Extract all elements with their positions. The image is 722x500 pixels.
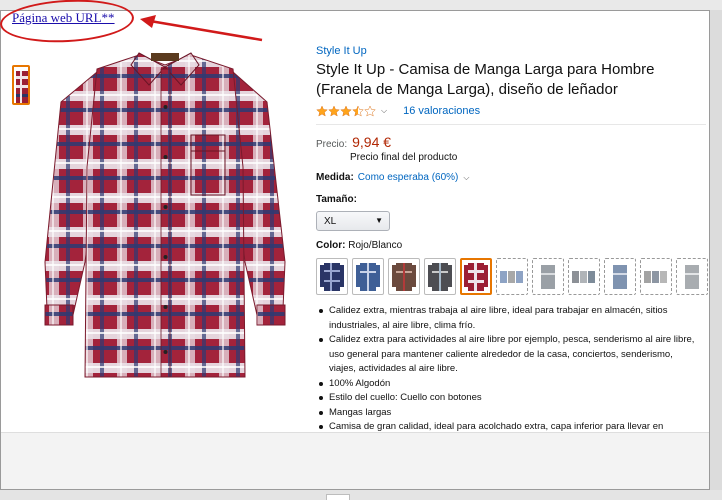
reviews-link[interactable]: 16 valoraciones <box>403 105 480 117</box>
size-measure-link[interactable]: Como esperaba (60%) <box>358 172 459 183</box>
swatch-red-white-plaid[interactable] <box>460 258 492 295</box>
product-details: Style It Up Style It Up - Camisa de Mang… <box>316 45 709 435</box>
color-swatches <box>316 258 709 295</box>
bottom-bar <box>0 490 722 500</box>
star-half-icon <box>352 105 364 117</box>
brand-link[interactable]: Style It Up <box>316 45 709 57</box>
star-rating[interactable] <box>316 105 376 117</box>
swatch-grey-plaid[interactable] <box>424 258 456 295</box>
product-image-shirt[interactable] <box>39 47 291 382</box>
list-item: 100% Algodón <box>316 377 698 392</box>
star-icon <box>316 105 328 117</box>
size-measure-label: Medida: <box>316 172 354 183</box>
price-value: 9,94 € <box>352 134 392 150</box>
scrollbar-gutter[interactable] <box>710 10 722 490</box>
swatch-multi-pack-blue[interactable] <box>496 258 528 295</box>
list-item: Camisa de gran calidad, ideal para acolc… <box>316 420 698 435</box>
price-label: Precio: <box>316 139 348 150</box>
list-item: Mangas largas <box>316 406 698 421</box>
star-icon <box>328 105 340 117</box>
list-item: Calidez extra, mientras trabaja al aire … <box>316 304 698 333</box>
swatch-multi-pack-grey[interactable] <box>568 258 600 295</box>
divider <box>316 124 706 125</box>
price-note: Precio final del producto <box>350 152 458 163</box>
size-measure-row: Medida: Como esperaba (60%) ⌵ <box>316 172 709 183</box>
product-page: Style It Up Style It Up - Camisa de Mang… <box>0 10 710 490</box>
feature-bullets: Calidez extra, mientras trabaja al aire … <box>316 304 698 435</box>
rating-row: ⌵ 16 valoraciones <box>316 103 709 119</box>
swatch-light-single[interactable] <box>676 258 708 295</box>
bottom-tab[interactable] <box>326 494 350 500</box>
swatch-blue-plaid[interactable] <box>352 258 384 295</box>
star-empty-icon <box>364 105 376 117</box>
size-label: Tamaño: <box>316 194 357 205</box>
size-select[interactable]: XL ▼ <box>316 211 390 231</box>
swatch-brown-plaid[interactable] <box>388 258 420 295</box>
color-label: Color: <box>316 240 346 251</box>
swatch-grey-single[interactable] <box>532 258 564 295</box>
swatch-multi-pack-mixed[interactable] <box>640 258 672 295</box>
list-item: Estilo del cuello: Cuello con botones <box>316 391 698 406</box>
size-select-value: XL <box>324 215 337 227</box>
swatch-navy-plaid[interactable] <box>316 258 348 295</box>
chevron-down-icon[interactable]: ⌵ <box>463 173 469 183</box>
color-value: Rojo/Blanco <box>348 240 403 251</box>
chevron-down-icon[interactable]: ⌵ <box>381 106 387 116</box>
color-row: Color: Rojo/Blanco <box>316 240 709 251</box>
dropdown-arrow-icon: ▼ <box>375 216 383 225</box>
page-footer-shade <box>1 432 709 489</box>
list-item: Calidez extra para actividades al aire l… <box>316 333 698 377</box>
price-row: Precio: 9,94 € <box>316 134 709 150</box>
swatch-blue-single[interactable] <box>604 258 636 295</box>
page-url-link[interactable]: Página web URL** <box>12 10 115 26</box>
product-thumbnail[interactable] <box>12 65 30 105</box>
product-title: Style It Up - Camisa de Manga Larga para… <box>316 61 655 98</box>
star-icon <box>340 105 352 117</box>
